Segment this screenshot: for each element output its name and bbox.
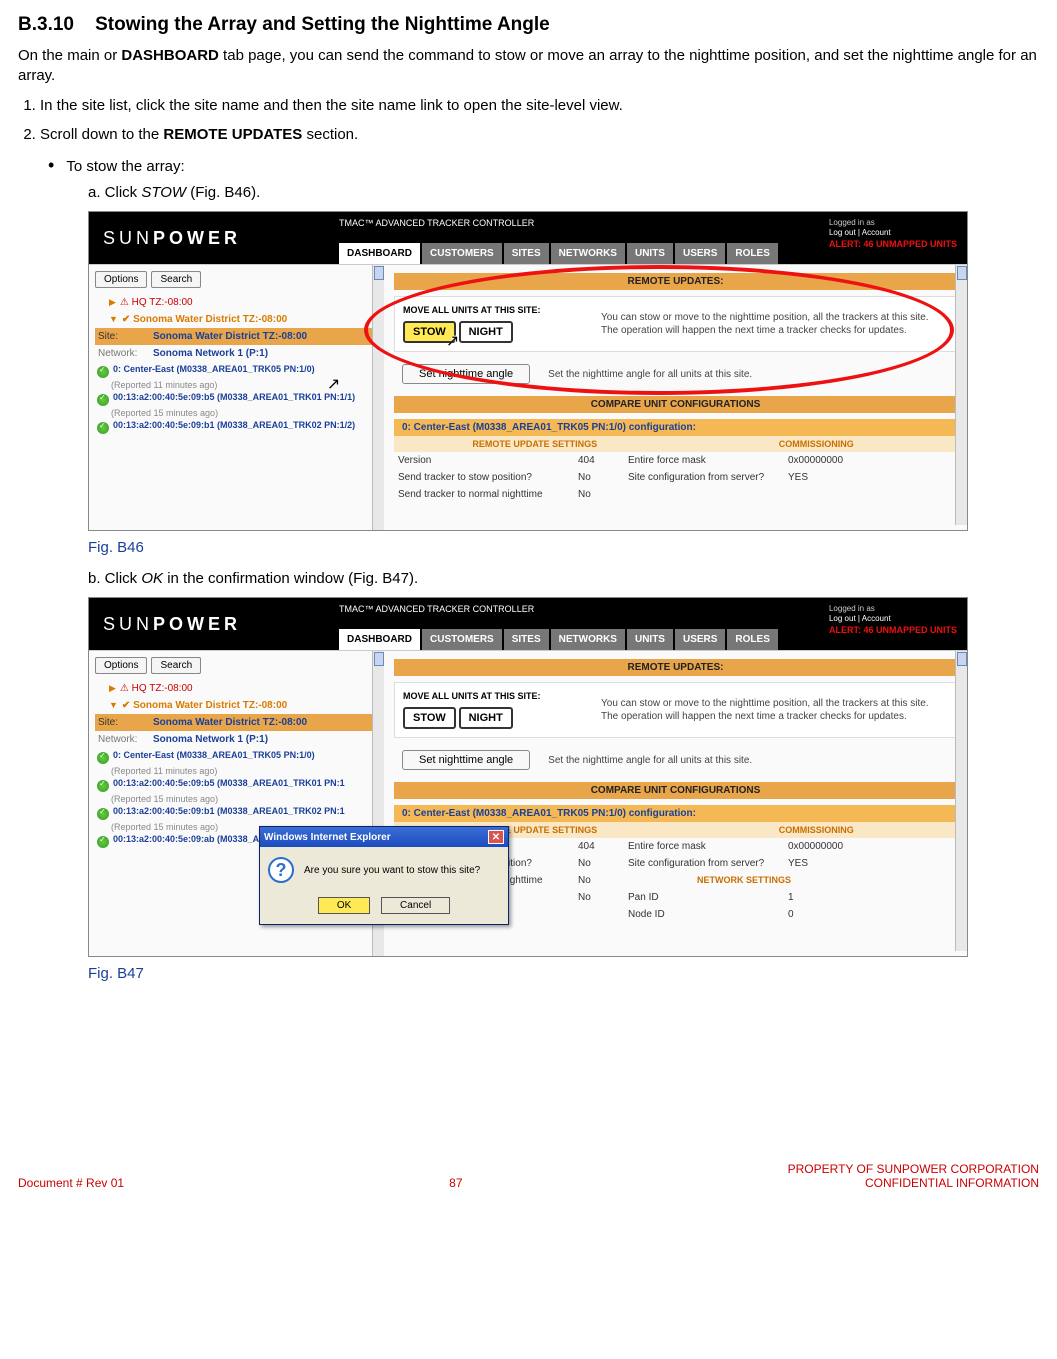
move-description: You can stow or move to the nighttime po… [601, 305, 948, 343]
step-1: In the site list, click the site name an… [40, 97, 1039, 114]
scrollbar[interactable] [955, 265, 967, 525]
remote-updates-header: REMOTE UPDATES: [394, 659, 957, 676]
substep-a: a. Click STOW (Fig. B46). [88, 184, 1039, 201]
night-button[interactable]: NIGHT [459, 707, 513, 729]
alert-unmapped: ALERT: 46 UNMAPPED UNITS [829, 239, 957, 251]
tab-roles[interactable]: ROLES [727, 629, 777, 650]
ie-dialog-title: Windows Internet Explorer [264, 832, 391, 843]
tree-hq[interactable]: ▶⚠ HQ TZ:-08:00 [95, 680, 378, 697]
options-button[interactable]: Options [95, 657, 147, 674]
tab-dashboard[interactable]: DASHBOARD [339, 243, 420, 264]
check-icon [97, 780, 109, 792]
check-icon [97, 394, 109, 406]
site-row: Site:Sonoma Water District TZ:-08:00 [95, 714, 378, 731]
bullet-stow: To stow the array: [48, 155, 1039, 176]
sunpower-logo: SUNPOWER [103, 614, 241, 635]
night-button[interactable]: NIGHT [459, 321, 513, 343]
angle-description: Set the nighttime angle for all units at… [548, 755, 752, 766]
ie-dialog-message: Are you sure you want to stow this site? [304, 865, 480, 876]
page-number: 87 [449, 1176, 462, 1190]
tree-hq[interactable]: ▶⚠ HQ TZ:-08:00 [95, 294, 378, 311]
check-icon [97, 422, 109, 434]
compare-header: COMPARE UNIT CONFIGURATIONS [394, 396, 957, 413]
remote-updates-header: REMOTE UPDATES: [394, 273, 957, 290]
set-nighttime-angle-button[interactable]: Set nighttime angle [402, 364, 530, 384]
substep-b: b. Click OK in the confirmation window (… [88, 570, 1039, 587]
tab-sites[interactable]: SITES [504, 629, 549, 650]
check-icon [97, 808, 109, 820]
move-description: You can stow or move to the nighttime po… [601, 691, 948, 729]
check-icon [97, 366, 109, 378]
network-row: Network:Sonoma Network 1 (P:1) [95, 731, 378, 748]
tree-sonoma[interactable]: ▼✔ Sonoma Water District TZ:-08:00 [95, 311, 378, 328]
intro-paragraph: On the main or DASHBOARD tab page, you c… [18, 46, 1039, 85]
logout-link[interactable]: Log out | Account [829, 228, 957, 238]
unit-link[interactable]: 00:13:a2:00:40:5e:09:b5 (M0338_AREA01_TR… [113, 392, 355, 403]
screenshot-fig-b46: SUNPOWER TMAC™ ADVANCED TRACKER CONTROLL… [88, 211, 968, 531]
compare-unit-title: 0: Center-East (M0338_AREA01_TRK05 PN:1/… [394, 419, 957, 436]
scrollbar[interactable] [955, 651, 967, 951]
tab-networks[interactable]: NETWORKS [551, 243, 625, 264]
section-heading: B.3.10 Stowing the Array and Setting the… [18, 14, 1039, 36]
tab-sites[interactable]: SITES [504, 243, 549, 264]
footer-left: Document # Rev 01 [18, 1176, 124, 1190]
search-button[interactable]: Search [151, 271, 201, 288]
tab-users[interactable]: USERS [675, 629, 725, 650]
fig-b47-caption: Fig. B47 [88, 965, 1039, 982]
tab-roles[interactable]: ROLES [727, 243, 777, 264]
tab-customers[interactable]: CUSTOMERS [422, 629, 502, 650]
network-row: Network:Sonoma Network 1 (P:1) [95, 345, 378, 362]
footer-right-2: CONFIDENTIAL INFORMATION [788, 1176, 1039, 1190]
compare-header: COMPARE UNIT CONFIGURATIONS [394, 782, 957, 799]
compare-unit-title: 0: Center-East (M0338_AREA01_TRK05 PN:1/… [394, 805, 957, 822]
close-icon[interactable]: ✕ [488, 830, 504, 844]
tree-sonoma[interactable]: ▼✔ Sonoma Water District TZ:-08:00 [95, 697, 378, 714]
check-icon [97, 836, 109, 848]
angle-description: Set the nighttime angle for all units at… [548, 369, 752, 380]
site-row: Site:Sonoma Water District TZ:-08:00 [95, 328, 378, 345]
set-nighttime-angle-button[interactable]: Set nighttime angle [402, 750, 530, 770]
alert-unmapped: ALERT: 46 UNMAPPED UNITS [829, 625, 957, 637]
sunpower-logo: SUNPOWER [103, 228, 241, 249]
unit-link[interactable]: 00:13:a2:00:40:5e:09:b5 (M0338_AREA01_TR… [113, 778, 345, 789]
unit-link[interactable]: 0: Center-East (M0338_AREA01_TRK05 PN:1/… [113, 750, 315, 761]
ok-button[interactable]: OK [318, 897, 370, 914]
stow-button[interactable]: STOW [403, 707, 456, 729]
cancel-button[interactable]: Cancel [381, 897, 450, 914]
tab-networks[interactable]: NETWORKS [551, 629, 625, 650]
screenshot-fig-b47: SUNPOWER TMAC™ ADVANCED TRACKER CONTROLL… [88, 597, 968, 957]
logout-link[interactable]: Log out | Account [829, 614, 957, 624]
check-icon [97, 752, 109, 764]
tmac-title: TMAC™ ADVANCED TRACKER CONTROLLER [339, 604, 534, 614]
tab-units[interactable]: UNITS [627, 243, 673, 264]
logged-in-text: Logged in as [829, 604, 957, 614]
step-2: Scroll down to the REMOTE UPDATES sectio… [40, 126, 1039, 143]
tab-users[interactable]: USERS [675, 243, 725, 264]
tab-dashboard[interactable]: DASHBOARD [339, 629, 420, 650]
question-icon: ? [268, 857, 294, 883]
footer-right-1: PROPERTY OF SUNPOWER CORPORATION [788, 1162, 1039, 1176]
unit-link[interactable]: 00:13:a2:00:40:5e:09:b1 (M0338_AREA01_TR… [113, 806, 345, 817]
logged-in-text: Logged in as [829, 218, 957, 228]
ie-confirm-dialog: Windows Internet Explorer ✕ ? Are you su… [259, 826, 509, 925]
search-button[interactable]: Search [151, 657, 201, 674]
scrollbar[interactable] [372, 265, 384, 531]
unit-link[interactable]: 00:13:a2:00:40:5e:09:b1 (M0338_AREA01_TR… [113, 420, 355, 431]
stow-button[interactable]: STOW [403, 321, 456, 343]
options-button[interactable]: Options [95, 271, 147, 288]
fig-b46-caption: Fig. B46 [88, 539, 1039, 556]
unit-link[interactable]: 0: Center-East (M0338_AREA01_TRK05 PN:1/… [113, 364, 315, 375]
tab-units[interactable]: UNITS [627, 629, 673, 650]
page-footer: Document # Rev 01 87 PROPERTY OF SUNPOWE… [18, 1162, 1039, 1210]
tmac-title: TMAC™ ADVANCED TRACKER CONTROLLER [339, 218, 534, 228]
tab-customers[interactable]: CUSTOMERS [422, 243, 502, 264]
